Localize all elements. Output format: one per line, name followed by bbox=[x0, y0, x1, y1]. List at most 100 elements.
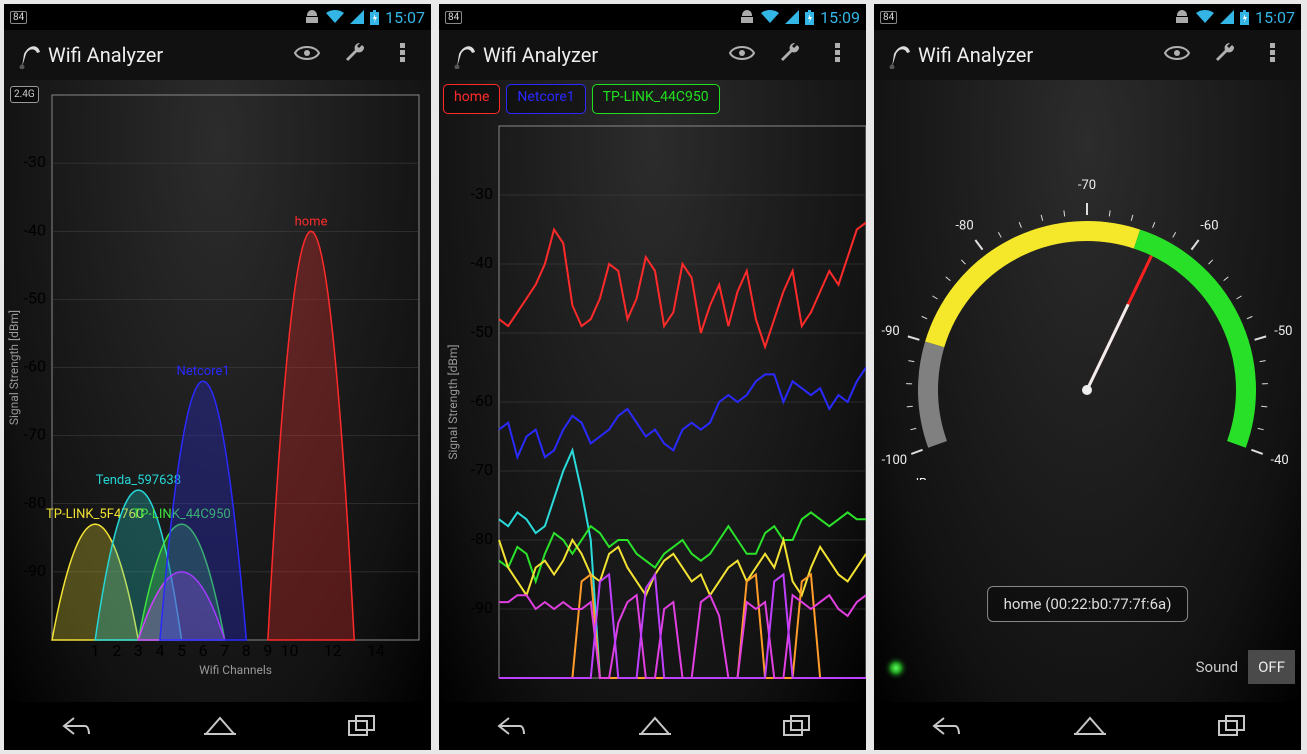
ssid-selector[interactable]: home (00:22:b0:77:7f:6a) bbox=[987, 586, 1189, 622]
svg-text:-80: -80 bbox=[955, 219, 973, 234]
action-bar: Wifi Analyzer bbox=[4, 30, 431, 80]
android-icon bbox=[739, 10, 755, 24]
home-button[interactable] bbox=[638, 715, 672, 737]
time-chart: -30-40-50-60-70-80-90Signal Strength [dB… bbox=[439, 80, 866, 702]
overflow-icon[interactable] bbox=[818, 43, 858, 68]
recents-button[interactable] bbox=[1218, 715, 1246, 737]
nav-bar bbox=[4, 702, 431, 750]
android-icon bbox=[304, 10, 320, 24]
back-button[interactable] bbox=[930, 714, 962, 738]
phone-1: 84 15:07 Wifi Analyzer 2.4G -30-40-50-60… bbox=[4, 4, 431, 750]
svg-text:8: 8 bbox=[242, 641, 251, 660]
channel-graph-screen: 2.4G -30-40-50-60-70-80-9012345678910121… bbox=[4, 80, 431, 702]
svg-text:-40: -40 bbox=[471, 253, 493, 272]
sound-label: Sound bbox=[1196, 658, 1238, 676]
bat-icon bbox=[370, 10, 379, 25]
overflow-icon[interactable] bbox=[1253, 43, 1293, 68]
svg-text:Tenda_597638: Tenda_597638 bbox=[96, 473, 181, 488]
recents-button[interactable] bbox=[783, 715, 811, 737]
svg-text:-60: -60 bbox=[471, 391, 493, 410]
wrench-icon[interactable] bbox=[335, 41, 375, 70]
legend-item[interactable]: TP-LINK_44C950 bbox=[592, 84, 720, 114]
svg-text:-70: -70 bbox=[24, 425, 46, 444]
legend-item[interactable]: Netcore1 bbox=[506, 84, 585, 114]
svg-text:-60: -60 bbox=[24, 357, 46, 376]
wifi-icon bbox=[761, 10, 779, 24]
channel-chart: -30-40-50-60-70-80-90123456789101214Wifi… bbox=[4, 80, 431, 702]
svg-text:10: 10 bbox=[280, 641, 298, 660]
wrench-icon[interactable] bbox=[1205, 41, 1245, 70]
wifi-icon bbox=[1196, 10, 1214, 24]
svg-text:Signal Strength [dBm]: Signal Strength [dBm] bbox=[446, 344, 460, 459]
svg-text:9: 9 bbox=[263, 641, 272, 660]
battery-badge: 84 bbox=[880, 11, 897, 24]
signal-icon bbox=[350, 10, 364, 24]
battery-badge: 84 bbox=[10, 11, 27, 24]
svg-text:-40: -40 bbox=[24, 220, 46, 239]
nav-bar bbox=[439, 702, 866, 750]
eye-icon[interactable] bbox=[287, 43, 327, 67]
svg-text:dBm: dBm bbox=[912, 476, 939, 480]
svg-text:-60: -60 bbox=[1200, 219, 1218, 234]
svg-text:-80: -80 bbox=[24, 493, 46, 512]
bat-icon bbox=[1240, 10, 1249, 25]
svg-text:-90: -90 bbox=[882, 324, 900, 339]
signal-icon bbox=[785, 10, 799, 24]
svg-text:home: home bbox=[295, 214, 328, 229]
bat-icon bbox=[805, 10, 814, 25]
android-icon bbox=[1174, 10, 1190, 24]
svg-text:6: 6 bbox=[199, 641, 208, 660]
svg-text:-90: -90 bbox=[471, 598, 493, 617]
recents-button[interactable] bbox=[348, 715, 376, 737]
battery-badge: 84 bbox=[445, 11, 462, 24]
time-graph-screen: homeNetcore1TP-LINK_44C950 -30-40-50-60-… bbox=[439, 80, 866, 702]
app-icon bbox=[12, 41, 40, 69]
band-badge[interactable]: 2.4G bbox=[10, 86, 39, 103]
home-button[interactable] bbox=[1073, 715, 1107, 737]
svg-text:Wifi Channels: Wifi Channels bbox=[199, 663, 272, 677]
svg-text:14: 14 bbox=[367, 641, 385, 660]
svg-text:12: 12 bbox=[324, 641, 342, 660]
app-title: Wifi Analyzer bbox=[483, 43, 714, 67]
back-button[interactable] bbox=[60, 714, 92, 738]
signal-gauge: -100 -90 -80 -70 -60 -50 -40 dBm bbox=[874, 80, 1301, 480]
svg-text:-50: -50 bbox=[24, 288, 46, 307]
legend-item[interactable]: home bbox=[443, 84, 500, 114]
svg-text:-40: -40 bbox=[1271, 453, 1289, 468]
svg-text:-80: -80 bbox=[471, 529, 493, 548]
svg-text:4: 4 bbox=[155, 641, 164, 660]
back-button[interactable] bbox=[495, 714, 527, 738]
status-bar: 84 15:09 bbox=[439, 4, 866, 30]
home-button[interactable] bbox=[203, 715, 237, 737]
svg-text:7: 7 bbox=[220, 641, 229, 660]
clock: 15:09 bbox=[820, 8, 860, 27]
svg-text:-70: -70 bbox=[1078, 178, 1096, 193]
eye-icon[interactable] bbox=[1157, 43, 1197, 67]
svg-text:-70: -70 bbox=[471, 460, 493, 479]
app-title: Wifi Analyzer bbox=[918, 43, 1149, 67]
svg-text:-50: -50 bbox=[1274, 324, 1292, 339]
phone-3: 84 15:07 Wifi Analyzer -100-90-80-70-60-… bbox=[874, 4, 1301, 750]
svg-text:-30: -30 bbox=[24, 152, 46, 171]
overflow-icon[interactable] bbox=[383, 43, 423, 68]
status-led bbox=[890, 662, 902, 674]
wifi-icon bbox=[326, 10, 344, 24]
action-bar: Wifi Analyzer bbox=[439, 30, 866, 80]
wrench-icon[interactable] bbox=[770, 41, 810, 70]
signal-icon bbox=[1220, 10, 1234, 24]
svg-text:Netcore1: Netcore1 bbox=[177, 364, 230, 379]
status-bar: 84 15:07 bbox=[874, 4, 1301, 30]
meter-screen: -100 -90 -80 -70 -60 -50 -40 dBm home (00:22:b0… bbox=[874, 80, 1301, 702]
svg-text:-30: -30 bbox=[471, 184, 493, 203]
app-icon bbox=[447, 41, 475, 69]
svg-text:-90: -90 bbox=[24, 561, 46, 580]
app-icon bbox=[882, 41, 910, 69]
status-bar: 84 15:07 bbox=[4, 4, 431, 30]
eye-icon[interactable] bbox=[722, 43, 762, 67]
sound-toggle[interactable]: OFF bbox=[1248, 650, 1295, 684]
app-title: Wifi Analyzer bbox=[48, 43, 279, 67]
clock: 15:07 bbox=[1255, 8, 1295, 27]
svg-text:Signal Strength [dBm]: Signal Strength [dBm] bbox=[7, 310, 21, 425]
svg-text:-100: -100 bbox=[882, 453, 908, 468]
clock: 15:07 bbox=[385, 8, 425, 27]
